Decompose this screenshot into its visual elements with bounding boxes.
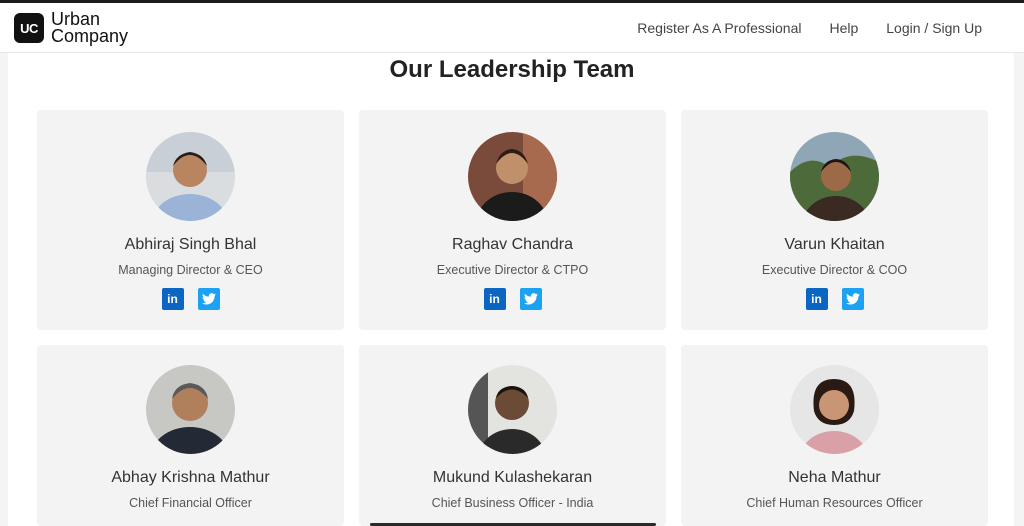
logo[interactable]: UC Urban Company — [14, 10, 129, 46]
social-links: in — [359, 288, 666, 310]
leader-name: Varun Khaitan — [784, 236, 885, 253]
leader-name: Abhay Krishna Mathur — [111, 469, 270, 486]
logo-badge: UC — [14, 13, 44, 43]
leader-name: Mukund Kulashekaran — [432, 469, 593, 486]
linkedin-icon[interactable]: in — [161, 288, 184, 310]
leader-role: Executive Director & COO — [761, 263, 908, 277]
leader-photo — [468, 132, 557, 221]
logo-wordmark: Urban Company — [51, 10, 129, 46]
leader-name: Raghav Chandra — [452, 236, 573, 253]
social-links: in — [37, 288, 344, 310]
logo-line-2: Company — [51, 26, 129, 46]
site-header: UC Urban Company Register As A Professio… — [0, 3, 1024, 53]
nav-help[interactable]: Help — [829, 20, 858, 36]
leader-card: Abhiraj Singh Bhal Managing Director & C… — [37, 110, 344, 330]
leader-card: Raghav Chandra Executive Director & CTPO… — [359, 110, 666, 330]
leader-card: Neha Mathur Chief Human Resources Office… — [681, 345, 988, 526]
nav-register-professional[interactable]: Register As A Professional — [637, 20, 801, 36]
leader-card: Mukund Kulashekaran Chief Business Offic… — [359, 345, 666, 526]
twitter-icon[interactable] — [519, 288, 542, 310]
leader-name: Neha Mathur — [788, 469, 881, 486]
leader-name: Abhiraj Singh Bhal — [124, 236, 257, 253]
leader-photo — [146, 365, 235, 454]
leader-role: Managing Director & CEO — [118, 263, 263, 277]
twitter-icon[interactable] — [841, 288, 864, 310]
leader-photo — [790, 132, 879, 221]
linkedin-icon[interactable]: in — [805, 288, 828, 310]
leader-photo — [468, 365, 557, 454]
leader-photo — [790, 365, 879, 454]
leader-card: Abhay Krishna Mathur Chief Financial Off… — [37, 345, 344, 526]
leader-role: Chief Business Officer - India — [431, 496, 594, 510]
social-links: in — [681, 288, 988, 310]
twitter-icon[interactable] — [197, 288, 220, 310]
leader-card: Varun Khaitan Executive Director & COO i… — [681, 110, 988, 330]
nav-login-signup[interactable]: Login / Sign Up — [886, 20, 982, 36]
section-title: Our Leadership Team — [389, 56, 635, 83]
leader-role: Chief Human Resources Officer — [746, 496, 923, 510]
linkedin-icon[interactable]: in — [483, 288, 506, 310]
leader-role: Executive Director & CTPO — [436, 263, 589, 277]
main-nav: Register As A Professional Help Login / … — [609, 3, 982, 53]
leader-photo — [146, 132, 235, 221]
leader-role: Chief Financial Officer — [129, 496, 252, 510]
